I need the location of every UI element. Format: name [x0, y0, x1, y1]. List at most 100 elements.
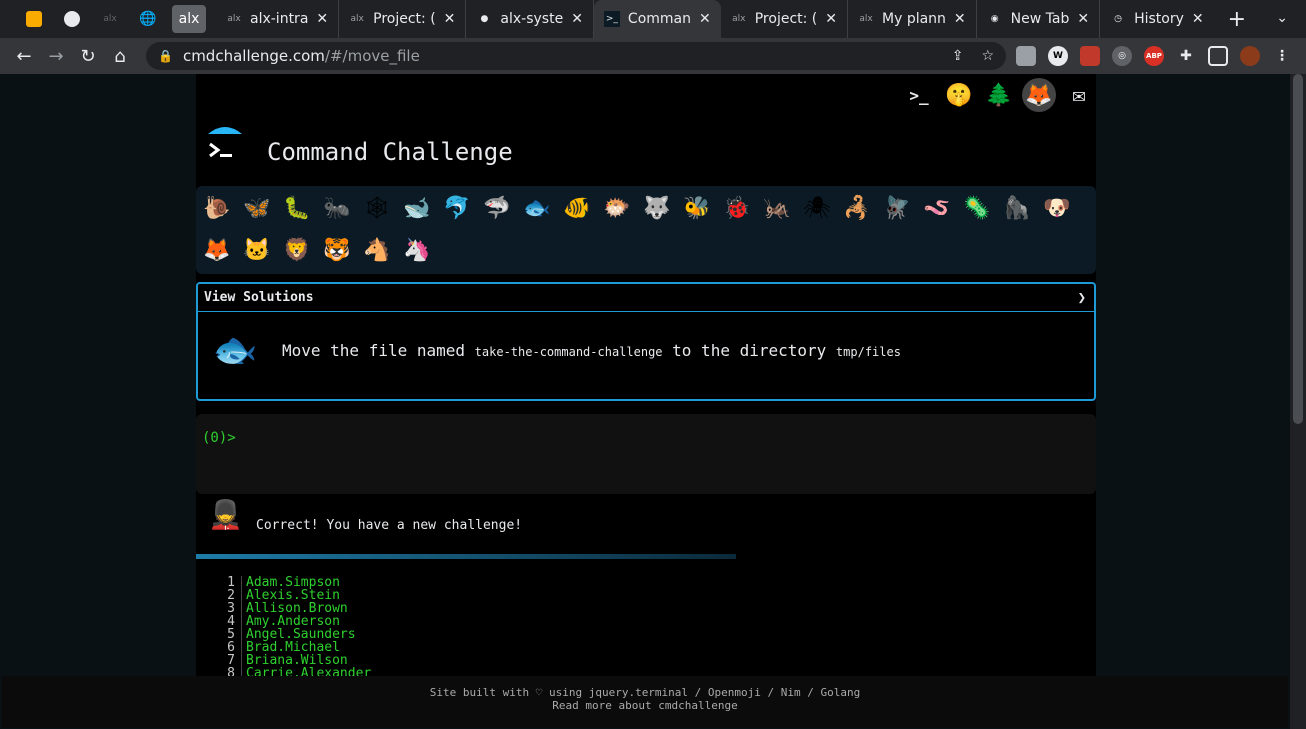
tab-alx-system[interactable]: ● alx-syste ✕: [466, 0, 594, 38]
cmdchallenge-page: >_ 🤫 🌲 🦊 ✉ Command Challenge 🐌 🦋 🐛 🐜 🕸 🐋…: [196, 74, 1096, 694]
ladybug-icon[interactable]: 🐞: [720, 190, 754, 226]
task-text: Move the file named take-the-command-cha…: [282, 341, 901, 360]
tab-search-chevron-icon[interactable]: ⌄: [1276, 10, 1288, 26]
lion-icon[interactable]: 🦁: [280, 232, 314, 268]
lock-icon: 🔒: [158, 49, 173, 63]
pinned-tab-alx-muted[interactable]: alx: [96, 5, 124, 33]
sidepanel-icon[interactable]: [1208, 46, 1228, 66]
pinned-tab-alx[interactable]: alx: [172, 5, 206, 33]
spider-web-icon[interactable]: 🕸: [360, 190, 394, 226]
scrollbar-thumb[interactable]: [1293, 74, 1303, 424]
butterfly-icon[interactable]: 🦋: [240, 190, 274, 226]
gorilla-icon[interactable]: 🦍: [1000, 190, 1034, 226]
tab-project-1[interactable]: alx Project: (✕: [339, 0, 467, 38]
mail-icon[interactable]: ✉: [1062, 78, 1096, 112]
shushing-face-icon[interactable]: 🤫: [942, 78, 976, 112]
dog-icon[interactable]: 🐶: [1040, 190, 1074, 226]
home-button[interactable]: ⌂: [104, 40, 136, 72]
close-icon[interactable]: ✕: [699, 11, 711, 27]
top-icons: >_ 🤫 🌲 🦊 ✉: [902, 78, 1096, 112]
extension-w-icon[interactable]: W: [1048, 46, 1068, 66]
stop-icon: [64, 11, 80, 27]
fox-icon[interactable]: 🦊: [200, 232, 234, 268]
chevron-right-icon[interactable]: ❯: [1078, 290, 1086, 306]
result-message: Correct! You have a new challenge!: [256, 518, 523, 533]
wolf-icon[interactable]: 🐺: [640, 190, 674, 226]
alx-icon: alx: [103, 14, 117, 24]
cat-icon[interactable]: 🐱: [240, 232, 274, 268]
view-solutions-label: View Solutions: [204, 290, 314, 305]
close-icon[interactable]: ✕: [954, 11, 966, 27]
bookmark-star-icon[interactable]: ☆: [981, 48, 994, 64]
task-dir: tmp/files: [835, 344, 901, 359]
pinned-tab-globe[interactable]: 🌐: [134, 5, 162, 33]
blowfish-icon[interactable]: 🐡: [600, 190, 634, 226]
close-icon[interactable]: ✕: [1077, 11, 1089, 27]
output-list: 1 Adam.Simpson 2 Alexis.Stein 3 Allison.Bro…: [226, 576, 371, 680]
fish-icon[interactable]: 🐟: [520, 190, 554, 226]
close-icon[interactable]: ✕: [825, 11, 837, 27]
extension-spy-icon[interactable]: ◎: [1112, 46, 1132, 66]
dolphin-icon[interactable]: 🐬: [440, 190, 474, 226]
shark-icon[interactable]: 🦈: [480, 190, 514, 226]
tab-label: Comman: [627, 11, 691, 27]
pinned-tab-stop[interactable]: [58, 5, 86, 33]
snail-icon[interactable]: 🐌: [200, 190, 234, 226]
menu-kebab-icon[interactable]: ⋮: [1272, 46, 1292, 66]
pinned-tab-keep[interactable]: [20, 5, 48, 33]
back-button[interactable]: ←: [8, 40, 40, 72]
new-tab-button[interactable]: +: [1228, 7, 1246, 32]
tab-my-planning[interactable]: alx My plann ✕: [848, 0, 977, 38]
extension-red-icon[interactable]: [1080, 46, 1100, 66]
forward-button[interactable]: →: [40, 40, 72, 72]
tab-strip: alx 🌐 alx alx alx-intra ✕ alx Project: (✕ ●…: [0, 0, 1306, 38]
challenge-icons-bar: 🐌 🦋 🐛 🐜 🕸 🐋 🐬 🦈 🐟 🐠 🐡 🐺 🐝 🐞 🦗 🕷 🦂 🪰 🪱 🦠 …: [196, 186, 1096, 274]
tiger-icon[interactable]: 🐯: [320, 232, 354, 268]
reload-button[interactable]: ↻: [72, 40, 104, 72]
microbe-icon[interactable]: 🦠: [960, 190, 994, 226]
close-icon[interactable]: ✕: [1192, 11, 1204, 27]
whale-icon[interactable]: 🐋: [400, 190, 434, 226]
gitlab-icon[interactable]: 🦊: [1022, 78, 1056, 112]
tab-label: Project: (: [373, 11, 436, 27]
fly-icon[interactable]: 🪰: [880, 190, 914, 226]
caterpillar-icon[interactable]: 🐛: [280, 190, 314, 226]
cricket-icon[interactable]: 🦗: [760, 190, 794, 226]
close-icon[interactable]: ✕: [571, 11, 583, 27]
alx-icon: alx: [859, 14, 873, 24]
extensions-area: W ◎ ABP ✚ ⋮: [1016, 46, 1292, 66]
avatar[interactable]: [1240, 46, 1260, 66]
page-scrollbar[interactable]: [1290, 74, 1306, 729]
site-logo-icon: [208, 127, 242, 158]
terminal-input[interactable]: (0)>: [196, 414, 1096, 494]
puzzle-icon[interactable]: ✚: [1176, 46, 1196, 66]
tab-label: alx-syste: [500, 11, 564, 27]
footer-read-more-link[interactable]: Read more about cmdchallenge: [2, 699, 1288, 712]
worm-icon[interactable]: 🪱: [920, 190, 954, 226]
tab-command-challenge[interactable]: >_ Comman ✕: [593, 0, 721, 38]
horse-icon[interactable]: 🐴: [360, 232, 394, 268]
unicorn-icon[interactable]: 🦄: [400, 232, 434, 268]
close-icon[interactable]: ✕: [444, 11, 456, 27]
tree-icon[interactable]: 🌲: [982, 78, 1016, 112]
ant-icon[interactable]: 🐜: [320, 190, 354, 226]
terminal-logo-icon[interactable]: >_: [902, 78, 936, 112]
tab-history[interactable]: ◷ History ✕: [1100, 0, 1214, 38]
footer-credits: Site built with ♡ using jquery.terminal …: [429, 686, 861, 699]
url-path: /#/move_file: [324, 47, 420, 65]
scorpion-icon[interactable]: 🦂: [840, 190, 874, 226]
close-icon[interactable]: ✕: [316, 11, 328, 27]
share-icon[interactable]: ⇪: [952, 48, 964, 64]
adblock-icon[interactable]: ABP: [1144, 46, 1164, 66]
task-prefix: Move the file named: [282, 340, 466, 360]
bee-icon[interactable]: 🐝: [680, 190, 714, 226]
tab-new-tab[interactable]: ◉ New Tab ✕: [977, 0, 1101, 38]
browser-toolbar: ← → ↻ ⌂ 🔒 cmdchallenge.com/#/move_file ⇪…: [0, 38, 1306, 74]
extension-1-icon[interactable]: [1016, 46, 1036, 66]
spider-icon[interactable]: 🕷: [800, 190, 834, 226]
address-bar[interactable]: 🔒 cmdchallenge.com/#/move_file ⇪ ☆: [146, 42, 1006, 70]
tropical-fish-icon[interactable]: 🐠: [560, 190, 594, 226]
tab-alx-intranet[interactable]: alx alx-intra ✕: [216, 0, 340, 38]
view-solutions-header[interactable]: View Solutions ❯: [198, 284, 1094, 312]
tab-project-2[interactable]: alx Project: (✕: [721, 0, 848, 38]
